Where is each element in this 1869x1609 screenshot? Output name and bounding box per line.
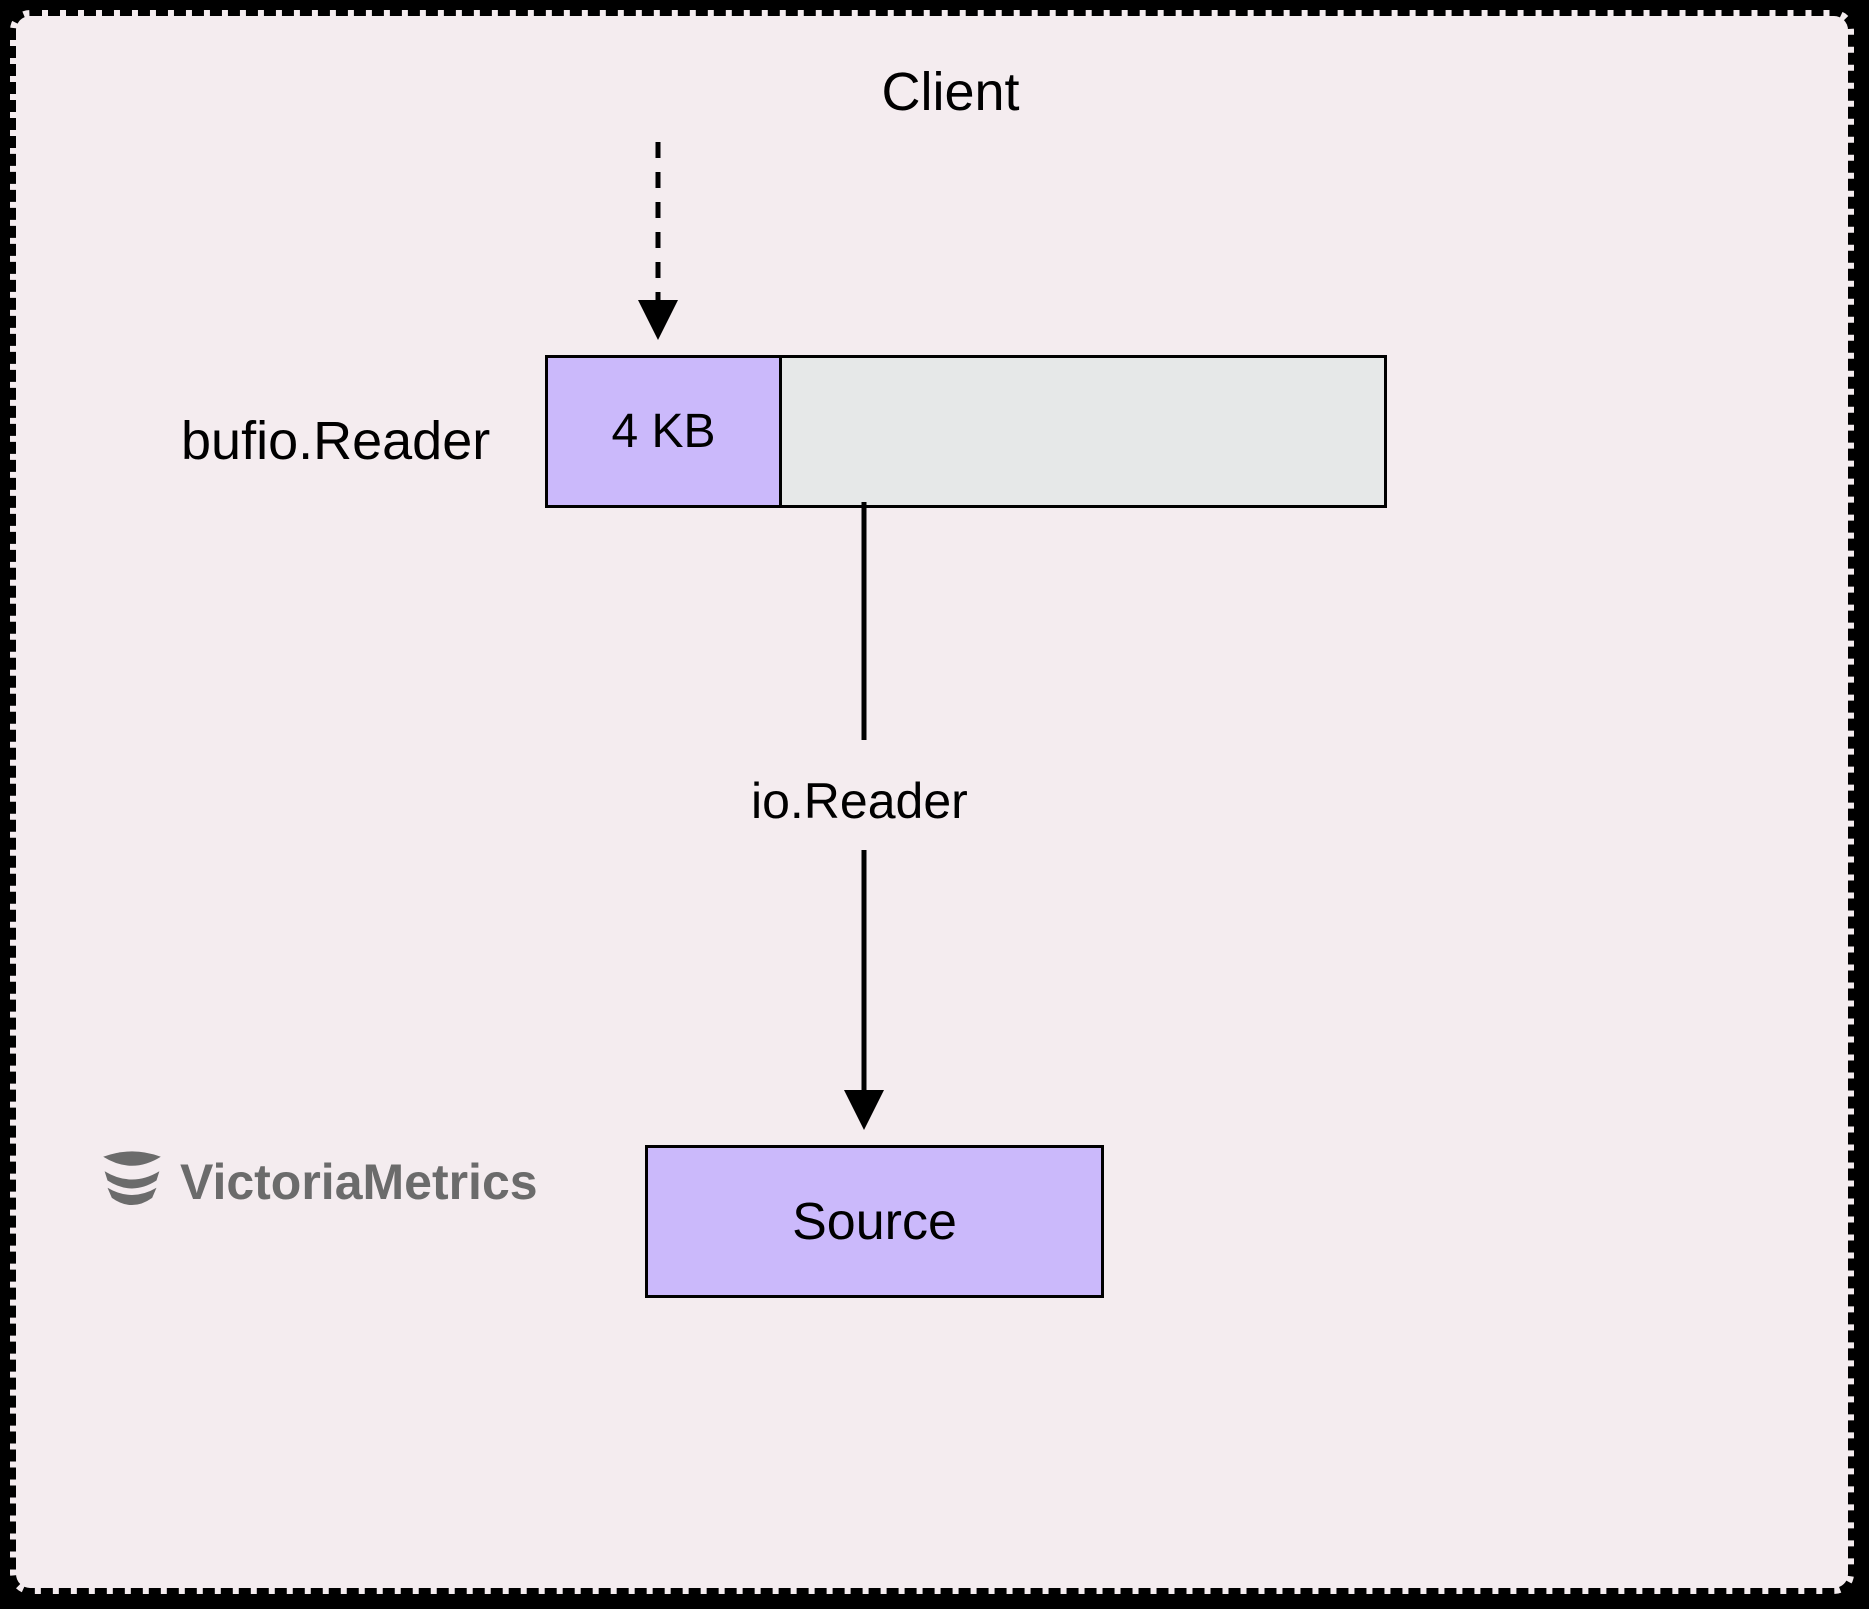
buffer-fill: 4 KB [545,355,782,508]
buffer-size-text: 4 KB [611,404,715,459]
victoriametrics-logo-icon [96,1146,168,1218]
diagram-canvas: Client bufio.Reader 4 KB io.Reader Sourc… [10,10,1854,1594]
io-reader-label: io.Reader [751,772,968,830]
bufio-reader-label: bufio.Reader [181,410,490,472]
client-label: Client [16,61,1869,123]
victoriametrics-logo: VictoriaMetrics [96,1146,538,1218]
source-box: Source [645,1145,1104,1298]
victoriametrics-logo-text: VictoriaMetrics [180,1153,538,1211]
source-label: Source [792,1192,957,1252]
